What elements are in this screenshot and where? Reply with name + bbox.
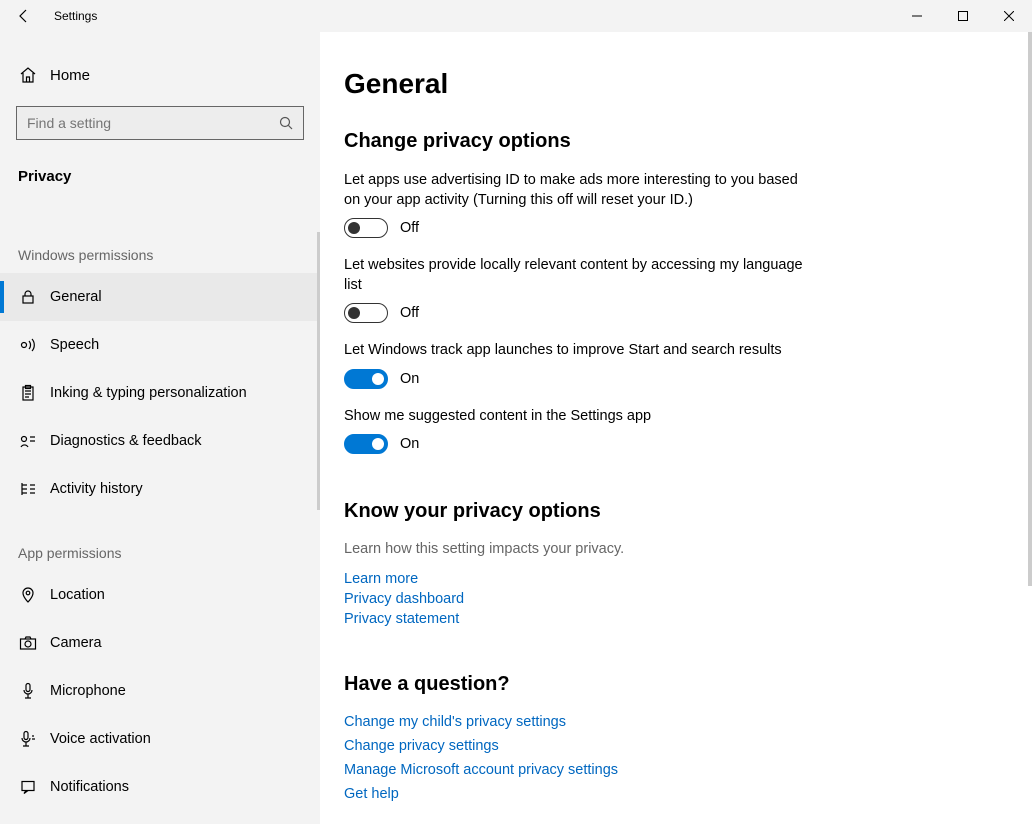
section-know-privacy: Know your privacy options xyxy=(344,500,996,523)
feedback-icon xyxy=(18,431,38,451)
nav-item-label: Diagnostics & feedback xyxy=(50,433,202,449)
search-icon xyxy=(279,116,293,130)
history-icon xyxy=(18,479,38,499)
nav-item-activity-history[interactable]: Activity history xyxy=(0,465,320,513)
toggle-switch[interactable] xyxy=(344,218,388,238)
maximize-icon xyxy=(958,11,968,21)
home-icon xyxy=(18,65,38,85)
toggle-state-label: Off xyxy=(400,220,419,236)
nav-item-inking-typing-personalization[interactable]: Inking & typing personalization xyxy=(0,369,320,417)
link-learn-more[interactable]: Learn more xyxy=(344,571,996,587)
link-manage-microsoft-account-privacy-settings[interactable]: Manage Microsoft account privacy setting… xyxy=(344,762,996,778)
search-box[interactable] xyxy=(16,106,304,140)
setting-desc: Let apps use advertising ID to make ads … xyxy=(344,171,804,210)
setting-desc: Let websites provide locally relevant co… xyxy=(344,256,804,295)
close-button[interactable] xyxy=(986,0,1032,32)
microphone-icon xyxy=(18,681,38,701)
location-icon xyxy=(18,585,38,605)
setting-desc: Let Windows track app launches to improv… xyxy=(344,341,804,361)
nav-item-label: Inking & typing personalization xyxy=(50,385,247,401)
sidebar: Home Privacy Windows permissions General… xyxy=(0,32,320,824)
home-nav[interactable]: Home xyxy=(0,54,320,96)
titlebar: Settings xyxy=(0,0,1032,32)
search-input[interactable] xyxy=(27,115,279,131)
minimize-button[interactable] xyxy=(894,0,940,32)
sidebar-scrollbar[interactable] xyxy=(317,232,320,510)
toggle-switch[interactable] xyxy=(344,434,388,454)
nav-item-diagnostics-feedback[interactable]: Diagnostics & feedback xyxy=(0,417,320,465)
link-privacy-statement[interactable]: Privacy statement xyxy=(344,611,996,627)
maximize-button[interactable] xyxy=(940,0,986,32)
toggle-switch[interactable] xyxy=(344,369,388,389)
nav-item-label: Voice activation xyxy=(50,731,151,747)
minimize-icon xyxy=(912,11,922,21)
link-privacy-dashboard[interactable]: Privacy dashboard xyxy=(344,591,996,607)
section-app-permissions: App permissions xyxy=(0,545,320,571)
camera-icon xyxy=(18,633,38,653)
voice-icon xyxy=(18,729,38,749)
nav-item-label: General xyxy=(50,289,102,305)
toggle-state-label: Off xyxy=(400,305,419,321)
close-icon xyxy=(1004,11,1014,21)
toggle-state-label: On xyxy=(400,436,419,452)
nav-item-microphone[interactable]: Microphone xyxy=(0,667,320,715)
nav-item-location[interactable]: Location xyxy=(0,571,320,619)
content-scrollbar[interactable] xyxy=(1028,32,1032,824)
section-windows-permissions: Windows permissions xyxy=(0,247,320,273)
nav-item-label: Microphone xyxy=(50,683,126,699)
section-know-privacy-sub: Learn how this setting impacts your priv… xyxy=(344,541,996,557)
link-change-privacy-settings[interactable]: Change privacy settings xyxy=(344,738,996,754)
speech-icon xyxy=(18,335,38,355)
nav-item-voice-activation[interactable]: Voice activation xyxy=(0,715,320,763)
link-get-help[interactable]: Get help xyxy=(344,786,996,802)
nav-item-label: Notifications xyxy=(50,779,129,795)
nav-container: Windows permissions General Speech Inking … xyxy=(0,215,320,811)
link-change-my-child-s-privacy-settings[interactable]: Change my child's privacy settings xyxy=(344,714,996,730)
section-privacy-options: Change privacy options xyxy=(344,130,996,153)
notification-icon xyxy=(18,777,38,797)
page-title: General xyxy=(344,68,996,100)
home-label: Home xyxy=(50,67,90,84)
toggle-switch[interactable] xyxy=(344,303,388,323)
window-title: Settings xyxy=(48,9,97,23)
nav-item-camera[interactable]: Camera xyxy=(0,619,320,667)
nav-item-label: Location xyxy=(50,587,105,603)
content-area: General Change privacy options Let apps … xyxy=(320,32,1032,824)
nav-item-label: Speech xyxy=(50,337,99,353)
back-button[interactable] xyxy=(0,0,48,32)
sidebar-category: Privacy xyxy=(0,140,320,185)
lock-icon xyxy=(18,287,38,307)
clipboard-icon xyxy=(18,383,38,403)
section-question: Have a question? xyxy=(344,673,996,696)
nav-item-speech[interactable]: Speech xyxy=(0,321,320,369)
nav-item-general[interactable]: General xyxy=(0,273,320,321)
nav-item-label: Activity history xyxy=(50,481,143,497)
setting-desc: Show me suggested content in the Setting… xyxy=(344,407,804,427)
toggle-state-label: On xyxy=(400,371,419,387)
nav-item-notifications[interactable]: Notifications xyxy=(0,763,320,811)
back-arrow-icon xyxy=(16,8,32,24)
nav-item-label: Camera xyxy=(50,635,102,651)
